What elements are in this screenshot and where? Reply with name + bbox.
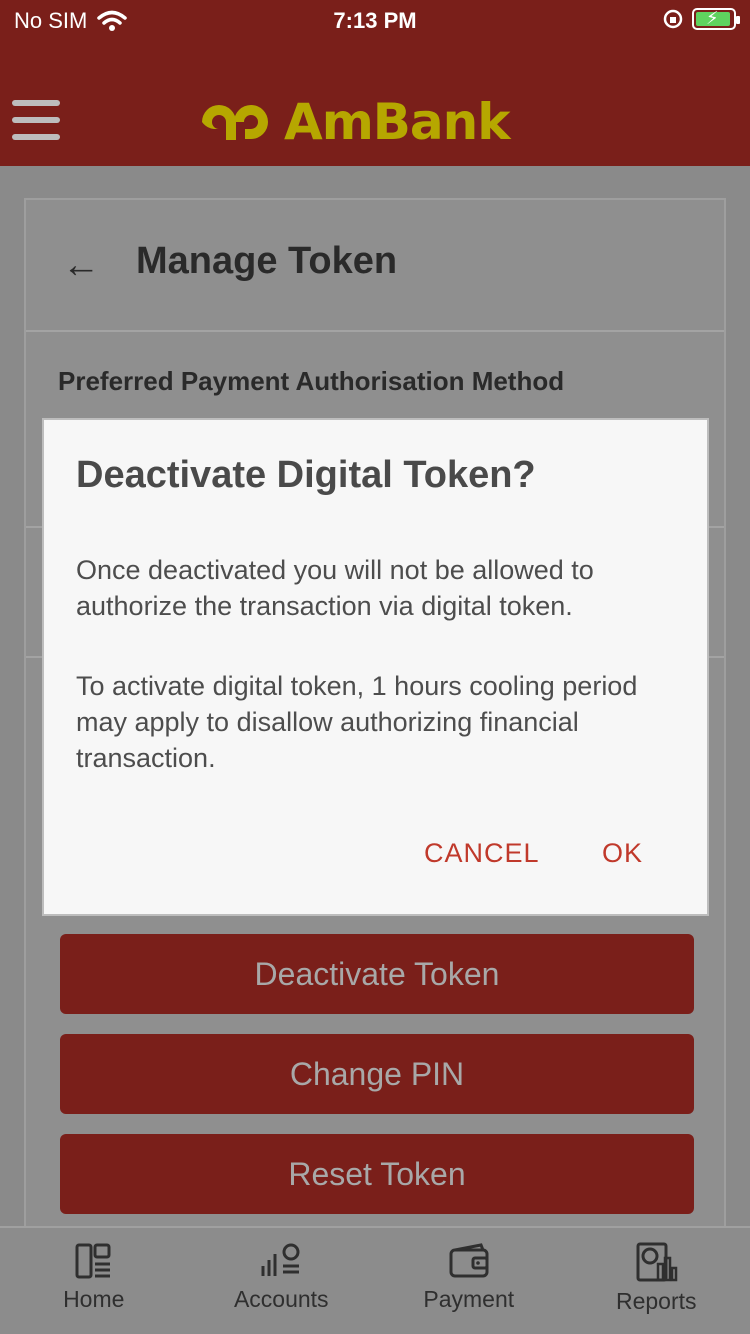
reports-icon bbox=[636, 1242, 678, 1282]
change-pin-button[interactable]: Change PIN bbox=[60, 1034, 694, 1114]
tab-label: Reports bbox=[615, 1288, 697, 1314]
tab-label: Payment bbox=[423, 1286, 515, 1312]
menu-line bbox=[12, 100, 60, 106]
card-header: ← Manage Token bbox=[26, 200, 724, 332]
tab-payment[interactable]: Payment bbox=[375, 1228, 563, 1334]
accounts-icon bbox=[261, 1243, 300, 1276]
tab-reports[interactable]: Reports bbox=[563, 1228, 750, 1334]
brand-name: AmBank bbox=[284, 93, 510, 151]
rotation-lock-icon bbox=[663, 9, 683, 29]
wallet-icon bbox=[449, 1243, 489, 1278]
tab-home[interactable]: Home bbox=[0, 1228, 188, 1334]
app-header: No SIM 7:13 PM ⚡ AmBank bbox=[0, 0, 750, 166]
tab-label: Home bbox=[63, 1286, 125, 1312]
menu-line bbox=[12, 117, 60, 123]
menu-line bbox=[12, 134, 60, 140]
ok-button[interactable]: OK bbox=[602, 838, 643, 869]
cancel-button[interactable]: CANCEL bbox=[424, 838, 540, 869]
dialog-message: To activate digital token, 1 hours cooli… bbox=[76, 671, 638, 773]
ambank-logo: AmBank bbox=[196, 90, 510, 154]
deactivate-token-button[interactable]: Deactivate Token bbox=[60, 934, 694, 1014]
battery-icon: ⚡ bbox=[692, 8, 740, 30]
reset-token-button[interactable]: Reset Token bbox=[60, 1134, 694, 1214]
bottom-tab-bar: Home Accounts Payment Reports bbox=[0, 1226, 750, 1334]
tab-label: Accounts bbox=[233, 1286, 329, 1312]
ambank-logo-mark-icon bbox=[202, 105, 268, 140]
page-title: Manage Token bbox=[136, 240, 398, 282]
section-label: Preferred Payment Authorisation Method bbox=[58, 366, 565, 396]
dialog-message: Once deactivated you will not be allowed… bbox=[76, 555, 594, 621]
hamburger-menu-button[interactable] bbox=[12, 100, 60, 142]
home-icon bbox=[75, 1243, 111, 1279]
status-bar: No SIM 7:13 PM ⚡ bbox=[0, 0, 750, 42]
back-arrow-icon[interactable]: ← bbox=[62, 244, 100, 287]
dialog-title: Deactivate Digital Token? bbox=[76, 454, 536, 496]
status-time: 7:13 PM bbox=[333, 8, 417, 33]
tab-accounts[interactable]: Accounts bbox=[188, 1228, 376, 1334]
status-right: ⚡ bbox=[662, 8, 740, 30]
deactivate-token-dialog: Deactivate Digital Token? Once deactivat… bbox=[42, 418, 709, 916]
